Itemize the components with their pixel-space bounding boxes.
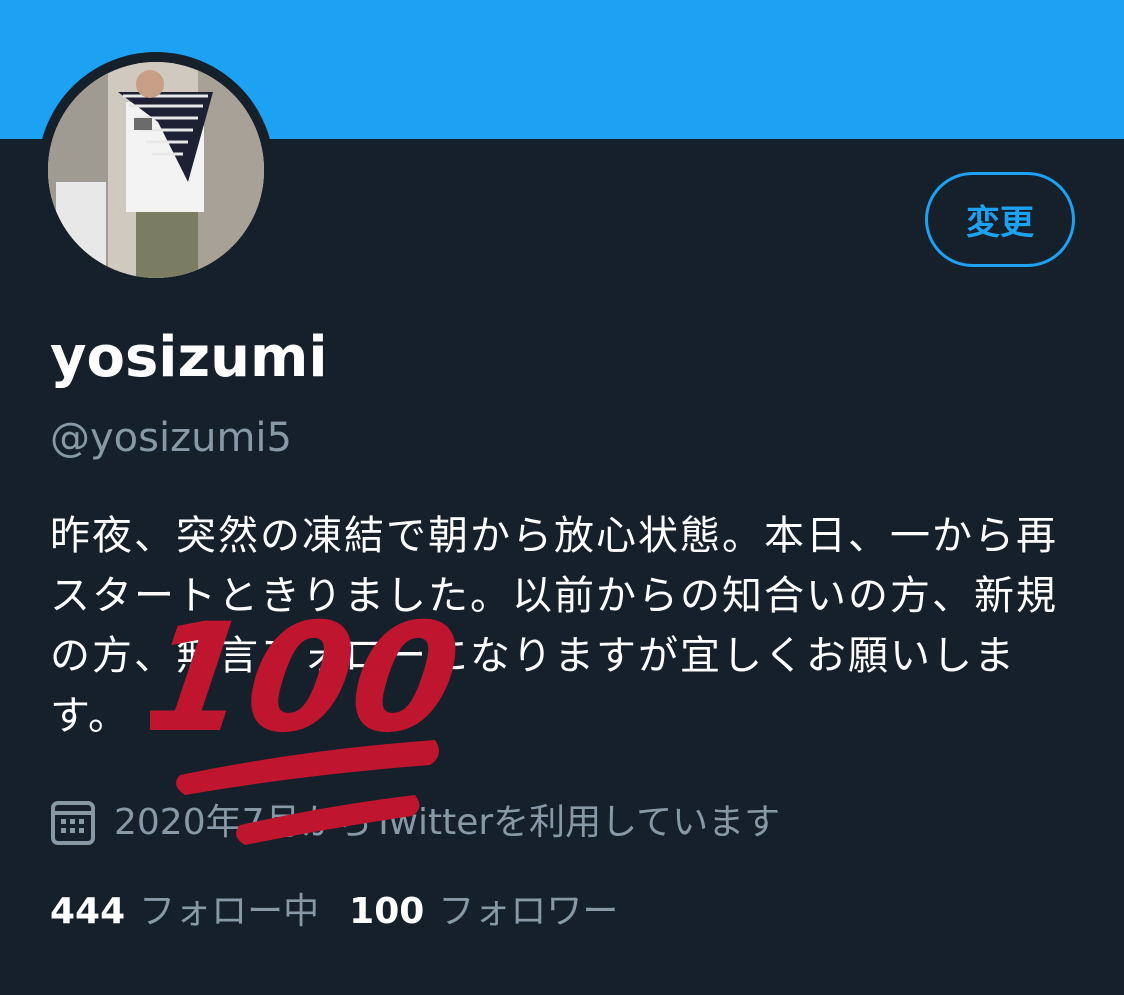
following-label: フォロー中: [139, 891, 320, 932]
emoji-underline-1: [176, 740, 439, 795]
display-name: yosizumi: [50, 325, 328, 390]
avatar[interactable]: [38, 52, 274, 288]
follow-stats: 444 フォロー中 100 フォロワー: [50, 884, 648, 940]
followers-stat[interactable]: 100 フォロワー: [349, 884, 618, 940]
followers-label: フォロワー: [438, 891, 619, 932]
edit-profile-button[interactable]: 変更: [925, 172, 1075, 267]
user-handle: @yosizumi5: [50, 415, 292, 461]
following-stat[interactable]: 444 フォロー中: [50, 884, 319, 940]
following-count: 444: [50, 891, 126, 932]
calendar-icon: [50, 800, 96, 846]
joined-text: 2020年7月からTwitterを利用しています: [114, 802, 781, 843]
joined-date: 2020年7月からTwitterを利用しています: [50, 795, 780, 851]
avatar-photo: [48, 62, 264, 278]
followers-count: 100: [349, 891, 425, 932]
bio-text: 昨夜、突然の凍結で朝から放心状態。本日、一から再スタートときりました。以前からの…: [50, 513, 1058, 739]
